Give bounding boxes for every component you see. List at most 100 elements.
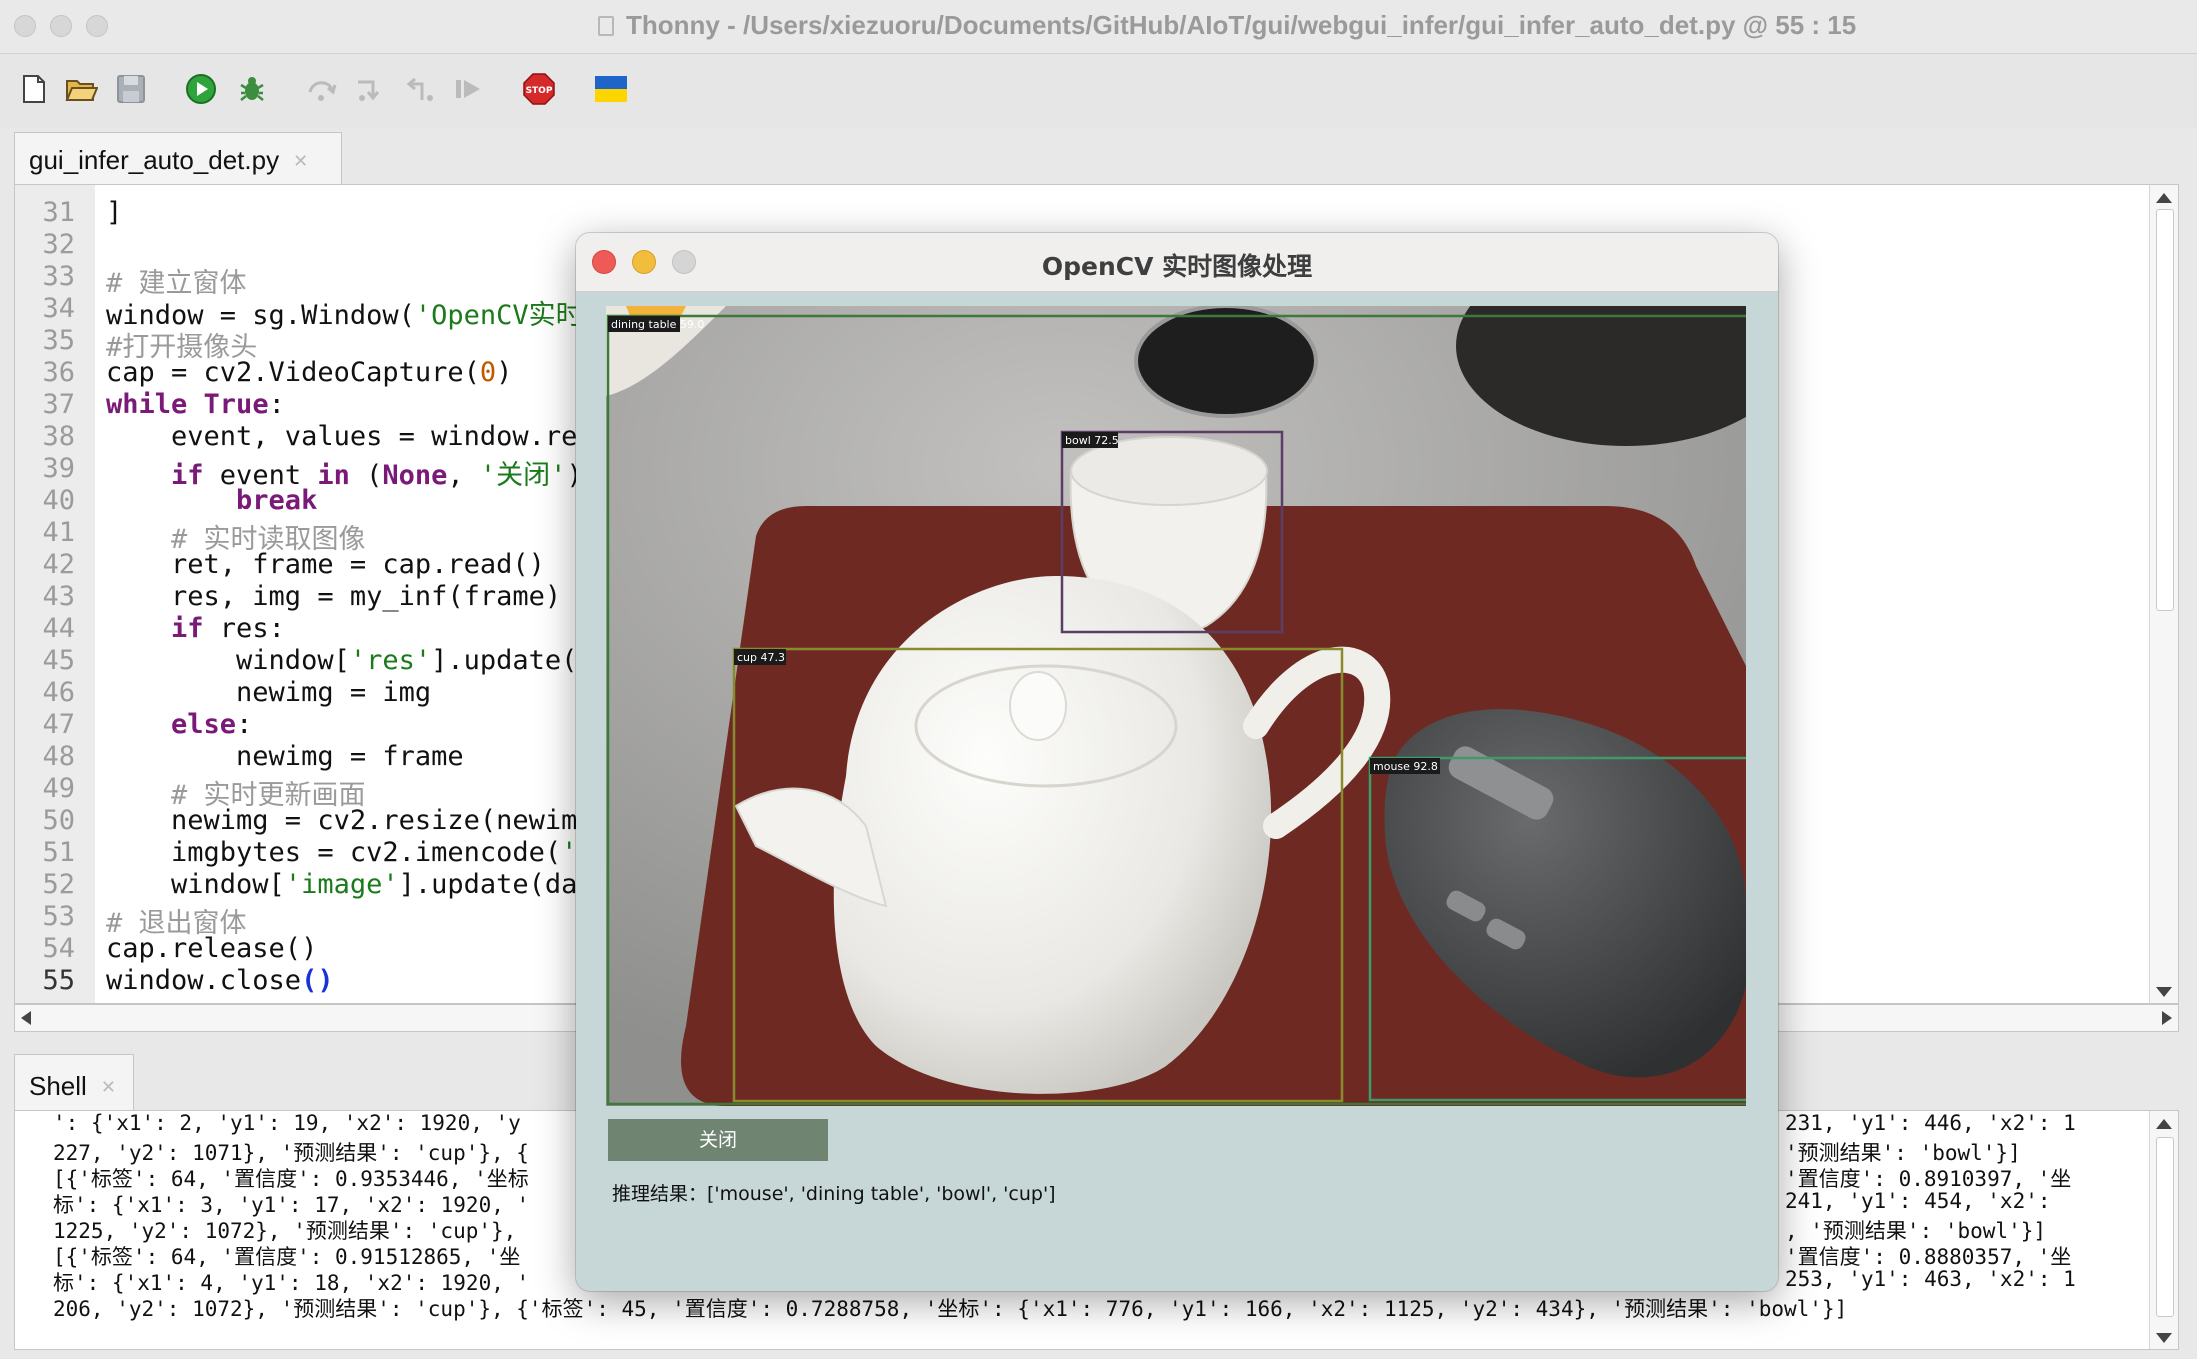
code-text: window.close bbox=[106, 965, 302, 996]
code-line: newimg = img bbox=[106, 677, 432, 708]
code-text: : bbox=[268, 389, 285, 420]
line-number: 37 bbox=[42, 389, 75, 420]
window-close-button[interactable] bbox=[14, 15, 36, 37]
code-string: 'OpenCV实时 bbox=[414, 300, 583, 331]
stop-icon[interactable]: STOP bbox=[522, 72, 556, 106]
code-text: : bbox=[236, 709, 253, 740]
code-line: newimg = cv2.resize(newimg bbox=[106, 805, 594, 836]
code-text: res: bbox=[203, 613, 285, 644]
new-file-icon[interactable] bbox=[17, 72, 51, 106]
code-text: window[ bbox=[106, 869, 285, 900]
tab-label: gui_infer_auto_det.py bbox=[29, 145, 280, 175]
inference-result-text: 推理结果：['mouse', 'dining table', 'bowl', '… bbox=[612, 1183, 1056, 1205]
window-title: Thonny - /Users/xiezuoru/Documents/GitHu… bbox=[598, 10, 1856, 41]
line-number: 45 bbox=[42, 645, 75, 676]
shell-output-line: 206, 'y2': 1072}, '预测结果': 'cup'}, {'标签':… bbox=[53, 1297, 1848, 1321]
code-keyword: in bbox=[317, 460, 350, 491]
line-number: 49 bbox=[42, 773, 75, 804]
shell-output-line: 241, 'y1': 454, 'x2': bbox=[1785, 1189, 2051, 1213]
code-line: window.close() bbox=[106, 965, 334, 996]
scroll-up-arrow-icon[interactable] bbox=[2156, 193, 2172, 203]
code-string: '关闭' bbox=[479, 460, 567, 491]
shell-output-line: ': {'x1': 2, 'y1': 19, 'x2': 1920, 'y bbox=[53, 1111, 521, 1135]
step-out-icon[interactable] bbox=[402, 72, 436, 106]
line-number: 42 bbox=[42, 549, 75, 580]
line-number: 33 bbox=[42, 261, 75, 292]
code-line: else: bbox=[106, 709, 252, 740]
scrollbar-thumb[interactable] bbox=[2156, 1137, 2174, 1317]
teapot-body bbox=[833, 576, 1272, 1094]
code-line: while True: bbox=[106, 389, 285, 420]
code-text: ].update(dat bbox=[398, 869, 594, 900]
popup-title-bar: OpenCV 实时图像处理 bbox=[576, 233, 1778, 292]
code-line: imgbytes = cv2.imencode('. bbox=[106, 837, 594, 868]
tab-shell[interactable]: Shell ✕ bbox=[14, 1054, 134, 1110]
line-number: 41 bbox=[42, 517, 75, 548]
line-number: 53 bbox=[42, 901, 75, 932]
step-into-icon[interactable] bbox=[353, 72, 387, 106]
code-text: ( bbox=[349, 460, 383, 491]
code-text: ) bbox=[496, 357, 513, 388]
toolbar: STOP bbox=[0, 54, 2197, 128]
run-icon[interactable] bbox=[184, 72, 218, 106]
code-keyword: None bbox=[382, 460, 448, 491]
resume-icon[interactable] bbox=[452, 72, 486, 106]
code-text: , bbox=[447, 460, 480, 491]
code-text: window[ bbox=[106, 645, 350, 676]
scroll-right-arrow-icon[interactable] bbox=[2162, 1011, 2172, 1025]
line-number: 52 bbox=[42, 869, 75, 900]
code-line: window['image'].update(dat bbox=[106, 869, 594, 900]
line-number: 54 bbox=[42, 933, 75, 964]
popup-title: OpenCV 实时图像处理 bbox=[1041, 252, 1313, 281]
scroll-left-arrow-icon[interactable] bbox=[21, 1011, 31, 1025]
camera-feed: dining table 59.0 bowl 72.5 cup 47.3 mou… bbox=[606, 306, 1746, 1106]
code-line: newimg = frame bbox=[106, 741, 464, 772]
shell-vertical-scrollbar[interactable] bbox=[2149, 1111, 2178, 1349]
tab-close-icon[interactable]: ✕ bbox=[101, 1077, 116, 1097]
code-text: imgbytes = cv2.imencode( bbox=[106, 837, 562, 868]
scrollbar-thumb[interactable] bbox=[2156, 209, 2174, 611]
window-minimize-button[interactable] bbox=[50, 15, 72, 37]
detection-label-mouse: mouse 92.8 bbox=[1373, 760, 1438, 773]
ukraine-flag-icon[interactable] bbox=[594, 72, 628, 106]
editor-tab-bar: gui_infer_auto_det.py ✕ bbox=[0, 128, 2197, 184]
line-number: 35 bbox=[42, 325, 75, 356]
code-line: cap.release() bbox=[106, 933, 318, 964]
close-button[interactable]: 关闭 bbox=[608, 1119, 828, 1161]
document-icon bbox=[598, 16, 614, 36]
code-line: ] bbox=[106, 197, 123, 228]
code-text: ].update( bbox=[431, 645, 578, 676]
code-line: res, img = my_inf(frame) bbox=[106, 581, 562, 612]
line-number: 48 bbox=[42, 741, 75, 772]
code-string: 'image' bbox=[284, 869, 399, 900]
debug-icon[interactable] bbox=[235, 72, 269, 106]
step-over-icon[interactable] bbox=[305, 72, 339, 106]
tab-gui-infer-auto-det[interactable]: gui_infer_auto_det.py ✕ bbox=[14, 132, 342, 184]
code-keyword: else bbox=[171, 709, 237, 740]
line-number: 46 bbox=[42, 677, 75, 708]
code-keyword: if bbox=[171, 613, 204, 644]
code-paren-match: () bbox=[301, 965, 334, 996]
opencv-window: OpenCV 实时图像处理 dining table 59.0 bowl 72.… bbox=[576, 233, 1778, 1291]
code-line: event, values = window.rea bbox=[106, 421, 594, 452]
detection-label-cup: cup 47.3 bbox=[737, 651, 785, 664]
code-keyword: True bbox=[203, 389, 269, 420]
detection-label-dining-table: dining table 59.0 bbox=[611, 318, 704, 331]
line-number: 47 bbox=[42, 709, 75, 740]
code-number: 0 bbox=[479, 357, 497, 388]
line-number: 32 bbox=[42, 229, 75, 260]
open-folder-icon[interactable] bbox=[64, 72, 98, 106]
line-number: 51 bbox=[42, 837, 75, 868]
scroll-up-arrow-icon[interactable] bbox=[2156, 1119, 2172, 1129]
save-icon[interactable] bbox=[114, 72, 148, 106]
editor-vertical-scrollbar[interactable] bbox=[2149, 185, 2178, 1003]
camera-image: dining table 59.0 bowl 72.5 cup 47.3 mou… bbox=[606, 306, 1746, 1106]
code-line: window['res'].update(' bbox=[106, 645, 594, 676]
scroll-down-arrow-icon[interactable] bbox=[2156, 1333, 2172, 1343]
stop-label: STOP bbox=[526, 86, 553, 96]
window-zoom-button[interactable] bbox=[86, 15, 108, 37]
tab-close-icon[interactable]: ✕ bbox=[293, 151, 308, 171]
scroll-down-arrow-icon[interactable] bbox=[2156, 987, 2172, 997]
